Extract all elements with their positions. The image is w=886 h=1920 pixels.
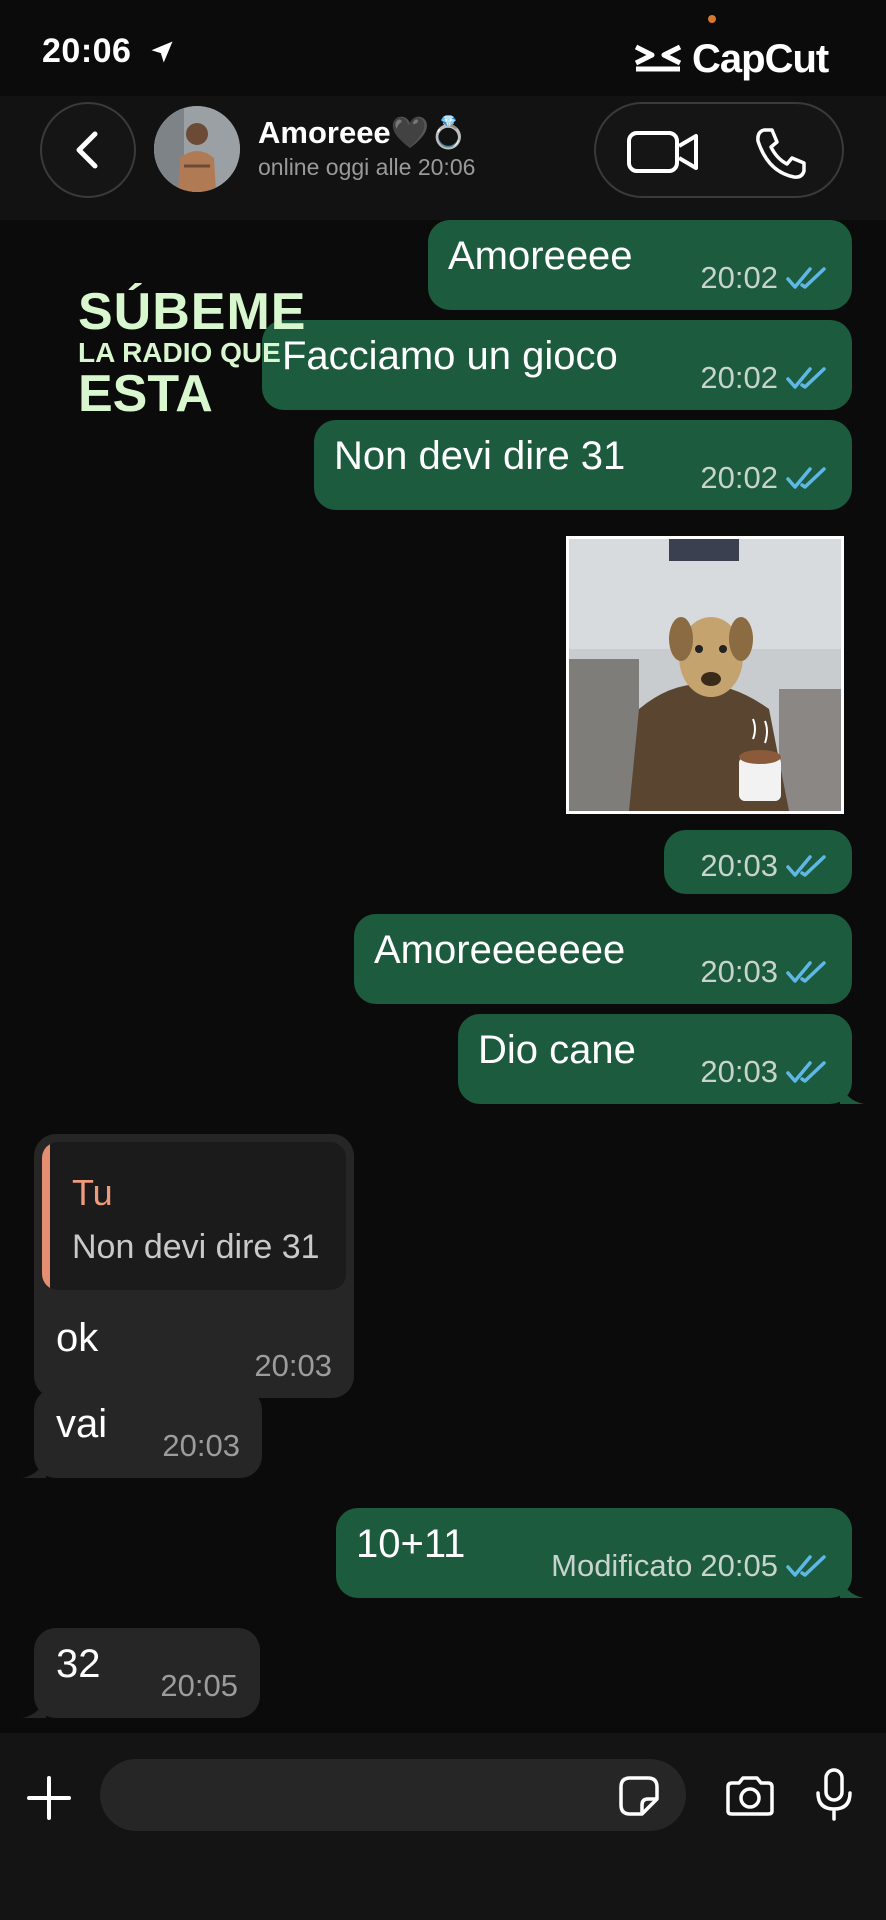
reply-quote-text: Non devi dire 31 bbox=[72, 1228, 320, 1266]
bubble-tail bbox=[22, 1694, 46, 1718]
message-list[interactable]: Amoreeee 20:02 Facciamo un gioco 20:02 N… bbox=[0, 220, 886, 1733]
contact-name[interactable]: Amoreee🖤💍 bbox=[258, 114, 468, 151]
avatar-photo bbox=[154, 106, 240, 192]
message-text: vai bbox=[56, 1402, 108, 1446]
overlay-line-1: SÚBEME bbox=[78, 283, 307, 341]
double-check-icon bbox=[786, 1555, 826, 1577]
double-check-icon bbox=[786, 961, 826, 983]
message-outgoing[interactable]: 10+11 Modificato 20:05 bbox=[336, 1508, 864, 1598]
location-arrow-icon bbox=[151, 41, 173, 63]
message-time: 20:03 bbox=[700, 848, 778, 883]
back-button[interactable] bbox=[40, 102, 136, 198]
double-check-icon bbox=[786, 367, 826, 389]
capcut-label: CapCut bbox=[692, 36, 829, 81]
message-meta: 20:02 bbox=[700, 460, 830, 496]
message-text: Facciamo un gioco bbox=[282, 334, 618, 378]
dog-blanket-image bbox=[569, 539, 841, 811]
message-outgoing[interactable]: Amoreeeeeee 20:03 bbox=[354, 914, 852, 1004]
message-incoming[interactable]: 32 20:05 bbox=[22, 1628, 260, 1718]
message-meta: 20:03 bbox=[700, 954, 830, 990]
message-time: 20:03 bbox=[254, 1348, 332, 1383]
compose-bar bbox=[0, 1733, 886, 1920]
message-incoming[interactable]: vai 20:03 bbox=[22, 1388, 262, 1478]
message-meta: Modificato 20:05 bbox=[551, 1548, 830, 1584]
message-time: 20:02 bbox=[700, 360, 778, 395]
message-text: 32 bbox=[56, 1642, 101, 1686]
message-time: 20:03 bbox=[700, 1054, 778, 1089]
microphone-icon[interactable] bbox=[814, 1767, 854, 1823]
double-check-icon bbox=[786, 855, 826, 877]
contact-status: online oggi alle 20:06 bbox=[258, 154, 476, 180]
image-message[interactable] bbox=[566, 536, 844, 814]
double-check-icon bbox=[786, 267, 826, 289]
capcut-watermark: CapCut bbox=[632, 36, 829, 82]
message-time: 20:05 bbox=[700, 1548, 778, 1583]
message-meta: 20:02 bbox=[700, 360, 830, 396]
bubble-tail bbox=[840, 1574, 864, 1598]
overlay-line-3: ESTA bbox=[78, 365, 213, 423]
sticker-icon[interactable] bbox=[618, 1775, 660, 1817]
message-text: ok bbox=[56, 1316, 99, 1360]
reply-quote-author: Tu bbox=[72, 1172, 113, 1213]
chat-header: Amoreee🖤💍 online oggi alle 20:06 bbox=[0, 96, 886, 220]
reply-quote-accent bbox=[42, 1142, 50, 1290]
message-text: Amoreeee bbox=[448, 234, 633, 278]
message-text: Non devi dire 31 bbox=[334, 434, 626, 478]
double-check-icon bbox=[786, 1061, 826, 1083]
plus-icon[interactable] bbox=[26, 1775, 72, 1821]
bubble-tail bbox=[22, 1454, 46, 1478]
double-check-icon bbox=[786, 467, 826, 489]
message-meta: 20:02 bbox=[700, 260, 830, 296]
message-input[interactable] bbox=[100, 1759, 686, 1831]
message-time: 20:03 bbox=[700, 954, 778, 989]
message-outgoing[interactable]: 20:03 bbox=[664, 830, 852, 894]
video-call-icon[interactable] bbox=[626, 128, 700, 176]
overlay-line-2: LA RADIO QUE bbox=[78, 337, 281, 368]
message-meta: 20:03 bbox=[700, 848, 830, 884]
message-meta: 20:03 bbox=[162, 1428, 240, 1464]
message-time: 20:03 bbox=[162, 1428, 240, 1463]
message-time: 20:02 bbox=[700, 260, 778, 295]
video-lyric-overlay: SÚBEME LA RADIO QUE ESTA bbox=[78, 286, 318, 420]
capcut-logo-icon bbox=[634, 44, 682, 72]
chevron-left-icon bbox=[76, 131, 98, 169]
contact-avatar[interactable] bbox=[154, 106, 240, 192]
message-meta: 20:05 bbox=[160, 1668, 238, 1704]
camera-icon[interactable] bbox=[724, 1775, 776, 1817]
status-bar: 20:06 CapCut bbox=[0, 0, 886, 100]
call-buttons bbox=[594, 102, 844, 198]
message-outgoing[interactable]: Facciamo un gioco 20:02 bbox=[262, 320, 852, 410]
camera-indicator-dot bbox=[708, 15, 716, 23]
message-text: 10+11 bbox=[356, 1522, 466, 1566]
message-text: Dio cane bbox=[478, 1028, 636, 1072]
bubble-tail bbox=[840, 1080, 864, 1104]
message-outgoing[interactable]: Amoreeee 20:02 bbox=[428, 220, 852, 310]
reply-quote[interactable]: Tu Non devi dire 31 bbox=[42, 1142, 346, 1290]
message-outgoing[interactable]: Non devi dire 31 20:02 bbox=[314, 420, 852, 510]
message-outgoing[interactable]: Dio cane 20:03 bbox=[458, 1014, 864, 1104]
edited-label: Modificato bbox=[551, 1548, 693, 1583]
message-incoming[interactable]: Tu Non devi dire 31 ok 20:03 bbox=[34, 1134, 354, 1398]
message-meta: 20:03 bbox=[700, 1054, 830, 1090]
message-text: Amoreeeeeee bbox=[374, 928, 626, 972]
message-time: 20:05 bbox=[160, 1668, 238, 1703]
status-time: 20:06 bbox=[42, 32, 132, 70]
message-meta: 20:03 bbox=[254, 1348, 332, 1384]
phone-call-icon[interactable] bbox=[752, 124, 810, 182]
message-time: 20:02 bbox=[700, 460, 778, 495]
